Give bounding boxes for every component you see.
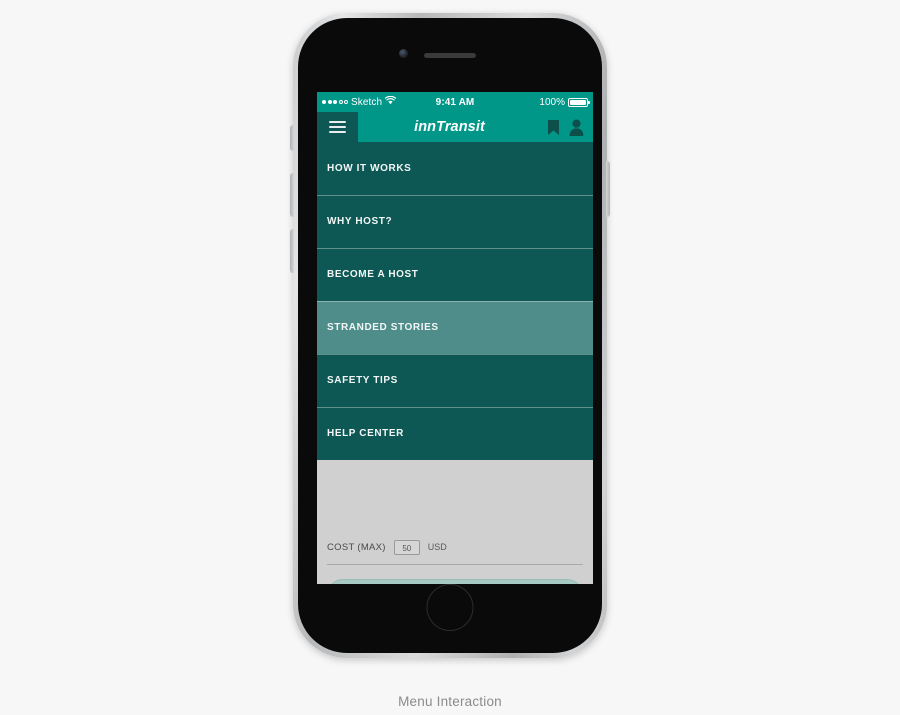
content-divider: [327, 564, 583, 565]
search-for-a-host-button[interactable]: Search for a host: [327, 579, 583, 584]
nav-bar: innTransit: [317, 112, 593, 142]
menu-item-stranded-stories[interactable]: STRANDED STORIES: [317, 301, 593, 354]
menu-item-safety-tips[interactable]: SAFETY TIPS: [317, 354, 593, 407]
phone-screen-glass: Sketch 9:41 AM 100% innTransit COST (MAX…: [298, 18, 602, 653]
wifi-icon: [385, 95, 397, 108]
menu-item-how-it-works[interactable]: HOW IT WORKS: [317, 142, 593, 195]
menu-item-why-host[interactable]: WHY HOST?: [317, 195, 593, 248]
bookmark-button[interactable]: [547, 119, 560, 136]
volume-up-button[interactable]: [290, 173, 294, 217]
menu-item-label: HOW IT WORKS: [327, 163, 412, 174]
cost-currency-label: USD: [427, 542, 447, 552]
power-button[interactable]: [606, 161, 610, 217]
app-brand-title: innTransit: [414, 119, 485, 135]
cost-filter-row: COST (MAX) 50 USD: [317, 534, 593, 560]
carrier-name: Sketch: [351, 96, 383, 108]
status-bar: Sketch 9:41 AM 100%: [317, 92, 593, 112]
status-bar-clock: 9:41 AM: [435, 96, 475, 108]
menu-item-label: SAFETY TIPS: [327, 375, 398, 386]
slide-out-menu: HOW IT WORKS WHY HOST? BECOME A HOST STR…: [317, 142, 593, 460]
hamburger-menu-icon[interactable]: [317, 112, 358, 142]
menu-item-become-a-host[interactable]: BECOME A HOST: [317, 248, 593, 301]
silent-switch[interactable]: [290, 125, 294, 151]
menu-item-label: WHY HOST?: [327, 216, 393, 227]
menu-item-label: BECOME A HOST: [327, 269, 419, 280]
battery-full-icon: [568, 97, 590, 107]
figure-caption: Menu Interaction: [398, 694, 502, 709]
iphone-mockup: Sketch 9:41 AM 100% innTransit COST (MAX…: [290, 13, 610, 658]
profile-button[interactable]: [569, 119, 584, 136]
menu-item-label: STRANDED STORIES: [327, 322, 439, 333]
signal-strength-icon: [322, 100, 348, 104]
status-bar-right: 100%: [474, 96, 590, 108]
menu-item-help-center[interactable]: HELP CENTER: [317, 407, 593, 460]
battery-percent-label: 100%: [539, 96, 565, 108]
cost-filter-label: COST (MAX): [327, 541, 386, 553]
volume-down-button[interactable]: [290, 229, 294, 273]
earpiece-speaker: [424, 53, 476, 58]
menu-item-label: HELP CENTER: [327, 428, 404, 439]
cost-max-input[interactable]: 50: [393, 539, 420, 555]
home-button[interactable]: [426, 584, 474, 631]
nav-bar-actions: [547, 112, 593, 142]
app-screen: Sketch 9:41 AM 100% innTransit COST (MAX…: [317, 92, 593, 584]
status-bar-left: Sketch: [322, 95, 436, 108]
front-camera-icon: [399, 49, 408, 58]
